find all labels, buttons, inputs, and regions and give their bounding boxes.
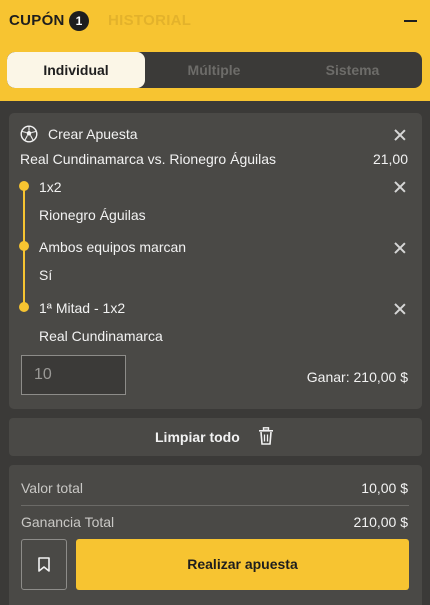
- close-icon[interactable]: [394, 303, 406, 315]
- match-name: Real Cundinamarca vs. Rionegro Águilas: [20, 151, 277, 167]
- divider: [21, 505, 409, 506]
- bet-title: Crear Apuesta: [48, 126, 138, 142]
- leg-marker: [19, 302, 29, 312]
- total-profit-label: Ganancia Total: [21, 514, 115, 530]
- clear-all-label: Limpiar todo: [155, 429, 240, 445]
- close-icon[interactable]: [394, 242, 406, 254]
- total-value: 10,00 $: [361, 480, 408, 496]
- bet-type-selector: Individual Múltiple Sistema: [7, 52, 422, 88]
- save-bet-button[interactable]: [21, 539, 67, 590]
- minimize-icon[interactable]: [404, 20, 417, 22]
- close-icon[interactable]: [394, 181, 406, 193]
- soccer-ball-icon: [20, 125, 38, 143]
- bet-card: Crear Apuesta Real Cundinamarca vs. Rion…: [9, 113, 422, 409]
- betslip-tabs: CUPÓN 1 HISTORIAL: [0, 0, 430, 42]
- leg-selection: Real Cundinamarca: [39, 328, 163, 344]
- bet-type-individual[interactable]: Individual: [7, 52, 145, 88]
- place-bet-button[interactable]: Realizar apuesta: [76, 539, 409, 590]
- trash-icon: [259, 427, 273, 445]
- clear-all-button[interactable]: Limpiar todo: [9, 418, 422, 456]
- bet-summary: Valor total 10,00 $ Ganancia Total 210,0…: [9, 465, 422, 605]
- leg-selection: Rionegro Águilas: [39, 207, 146, 223]
- tab-cupon[interactable]: CUPÓN: [9, 12, 65, 29]
- total-profit-value: 210,00 $: [353, 514, 409, 530]
- leg-market: 1ª Mitad - 1x2: [39, 300, 126, 316]
- leg-selection: Sí: [39, 267, 53, 283]
- total-odds: 21,00: [372, 151, 408, 167]
- cupon-count-badge: 1: [69, 11, 89, 31]
- bet-type-sistema[interactable]: Sistema: [283, 52, 422, 88]
- leg-marker: [19, 241, 29, 251]
- win-value: 210,00 $: [353, 369, 409, 385]
- potential-win: Ganar: 210,00 $: [307, 369, 408, 385]
- stake-input[interactable]: 10: [21, 355, 126, 395]
- leg-market: Ambos equipos marcan: [39, 239, 187, 255]
- tab-historial[interactable]: HISTORIAL: [108, 12, 191, 29]
- betslip-header: CUPÓN 1 HISTORIAL Individual Múltiple Si…: [0, 0, 430, 101]
- bet-type-multiple[interactable]: Múltiple: [145, 52, 283, 88]
- leg-market: 1x2: [39, 179, 62, 195]
- total-value-label: Valor total: [21, 480, 83, 496]
- win-label: Ganar:: [306, 369, 350, 385]
- bookmark-icon: [38, 557, 50, 572]
- leg-marker: [19, 181, 29, 191]
- close-icon[interactable]: [394, 129, 406, 141]
